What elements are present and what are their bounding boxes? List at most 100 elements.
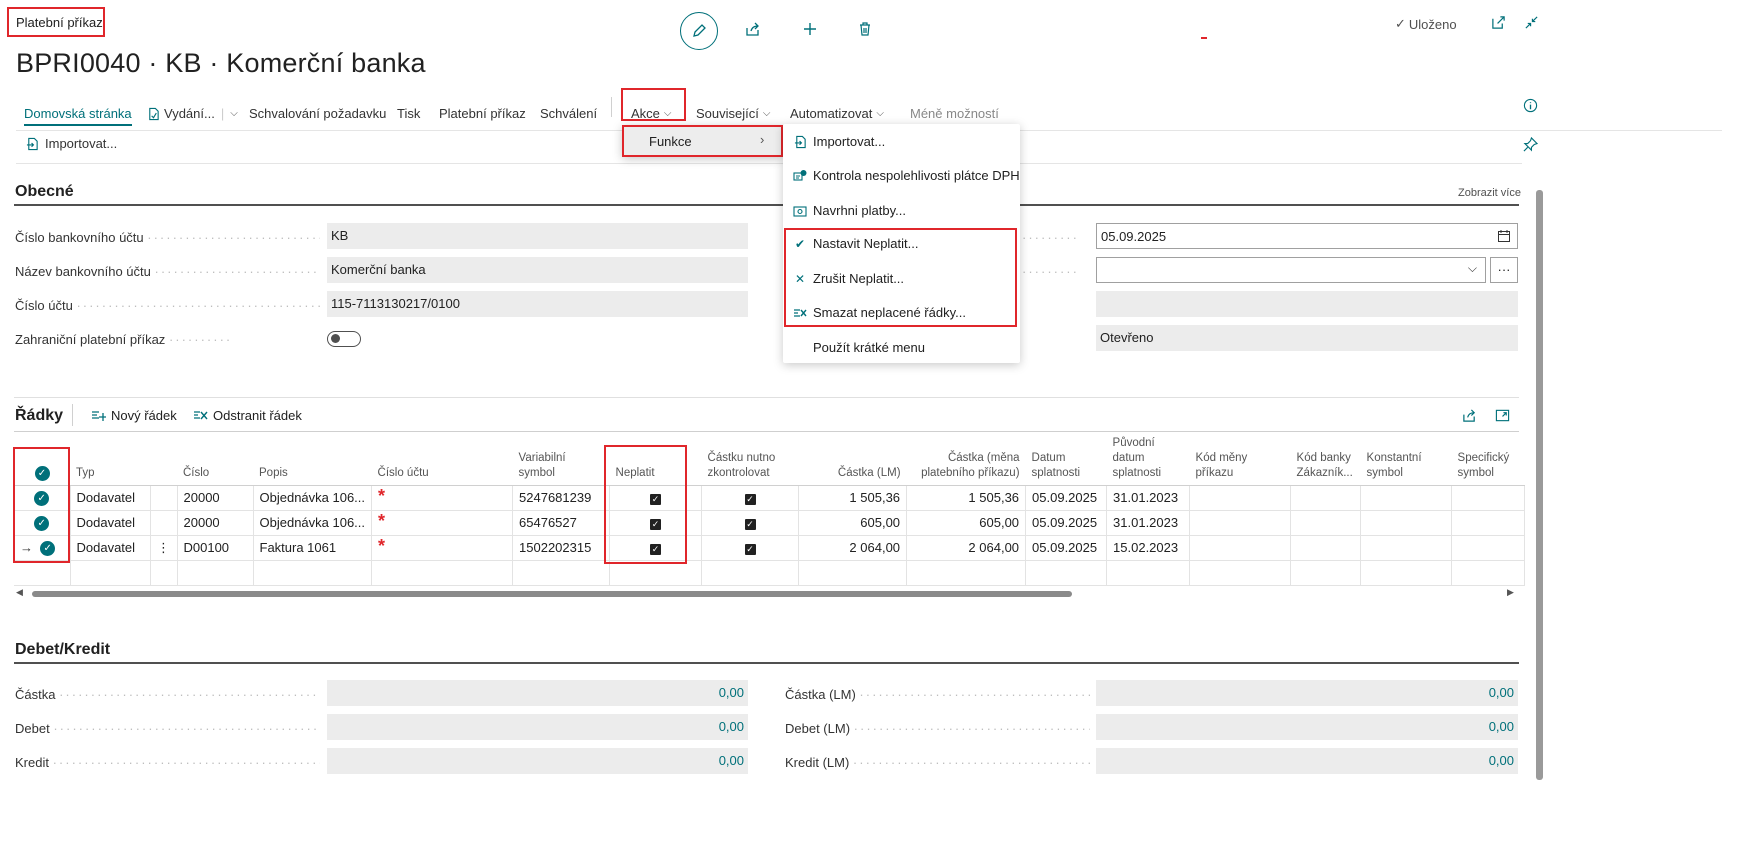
cell-menu[interactable] [149,510,178,536]
cell-account-no[interactable]: * [371,535,514,561]
cell-specific-symbol[interactable] [1451,535,1526,561]
cell-number[interactable]: 20000 [176,485,254,511]
row-select[interactable]: → ✓ [14,535,71,561]
tab-actions[interactable]: Akce ⌵ [631,106,672,121]
cell-type[interactable]: Dodavatel [69,510,151,536]
cell-due-date[interactable]: 05.09.2025 [1025,535,1108,561]
col-specific-symbol[interactable]: Specifický symbol [1451,432,1525,486]
cell-amount-lcy[interactable]: 1 505,36 [798,485,908,511]
row-select[interactable]: ✓ [14,485,71,511]
submenu-item-functions[interactable]: Funkce › [622,125,783,157]
field-amount-lcy-value[interactable]: 0,00 [1096,680,1518,706]
cell-amount-check[interactable]: ✓ [701,535,800,561]
cell-amount-lcy[interactable]: 2 064,00 [798,535,908,561]
empty-cell[interactable] [701,560,800,586]
col-type[interactable]: Typ [70,432,150,486]
cell-type[interactable]: Dodavatel [69,485,151,511]
col-original-due-date[interactable]: Původní datum splatnosti [1106,432,1190,486]
col-bank-code[interactable]: Kód banky Zákazník... [1290,432,1361,486]
empty-cell[interactable] [798,560,908,586]
cell-number[interactable]: 20000 [176,510,254,536]
cell-type[interactable]: Dodavatel [69,535,151,561]
calendar-icon[interactable] [1497,229,1511,243]
col-constant-symbol[interactable]: Konstantní symbol [1360,432,1452,486]
cell-amount-check[interactable]: ✓ [701,485,800,511]
empty-cell[interactable] [1290,560,1362,586]
field-account-no-value[interactable]: 115-7113130217/0100 [327,291,748,317]
col-variable-symbol[interactable]: Variabilní symbol [512,432,610,486]
cell-currency-code[interactable] [1189,510,1292,536]
menu-item-cancel-do-not-pay[interactable]: ✕ Zrušit Neplatit... [793,271,904,286]
field-debit-lcy-value[interactable]: 0,00 [1096,714,1518,740]
cell-amount-order-currency[interactable]: 1 505,36 [906,485,1027,511]
menu-item-short-menu[interactable]: Použít krátké menu [813,340,925,355]
table-row[interactable]: ✓ Dodavatel 20000 Objednávka 106... * 65… [14,510,1526,536]
cell-due-date[interactable]: 05.09.2025 [1025,485,1108,511]
tab-home[interactable]: Domovská stránka [24,106,132,126]
empty-cell[interactable] [69,560,151,586]
cell-bank-code[interactable] [1290,510,1362,536]
cell-original-due-date[interactable]: 15.02.2023 [1106,535,1191,561]
show-more-link[interactable]: Zobrazit více [1458,187,1521,199]
empty-field[interactable] [1096,291,1518,317]
cell-amount-lcy[interactable]: 605,00 [798,510,908,536]
cell-variable-symbol[interactable]: 65476527 [512,510,611,536]
col-due-date[interactable]: Datum splatnosti [1025,432,1107,486]
tab-fewer-options[interactable]: Méně možností [910,106,999,121]
empty-cell[interactable] [1025,560,1108,586]
cell-original-due-date[interactable]: 31.01.2023 [1106,485,1191,511]
cell-menu[interactable] [149,485,178,511]
empty-cell[interactable] [1106,560,1191,586]
cell-amount-order-currency[interactable]: 605,00 [906,510,1027,536]
cell-due-date[interactable]: 05.09.2025 [1025,510,1108,536]
cell-constant-symbol[interactable] [1360,535,1453,561]
field-credit-lcy-value[interactable]: 0,00 [1096,748,1518,774]
scroll-right-icon[interactable]: ▶ [1507,587,1514,598]
cell-amount-check[interactable]: ✓ [701,510,800,536]
info-button[interactable] [1523,98,1538,116]
cell-do-not-pay[interactable]: ✓ [609,535,703,561]
empty-cell[interactable] [371,560,514,586]
empty-cell[interactable] [1451,560,1526,586]
delete-line-button[interactable]: Odstranit řádek [193,408,302,423]
menu-item-suggest-payments[interactable]: Navrhni platby... [793,203,906,218]
date-field[interactable]: 05.09.2025 [1096,223,1518,249]
share-button[interactable] [736,12,770,46]
dropdown-field[interactable]: ⌵ [1096,257,1486,283]
field-credit-value[interactable]: 0,00 [327,748,748,774]
empty-cell[interactable] [176,560,254,586]
more-options-button[interactable]: ··· [1490,257,1518,283]
open-new-window-button[interactable] [1491,15,1506,33]
empty-cell[interactable] [1360,560,1453,586]
cell-variable-symbol[interactable]: 1502202315 [512,535,611,561]
new-button[interactable] [793,12,827,46]
menu-item-vat-check[interactable]: Kontrola nespolehlivosti plátce DPH [793,168,1020,183]
empty-cell[interactable] [906,560,1027,586]
cell-original-due-date[interactable]: 31.01.2023 [1106,510,1191,536]
scroll-left-icon[interactable]: ◀ [16,587,23,598]
col-description[interactable]: Popis [253,432,372,486]
scrollbar-thumb[interactable] [32,591,1072,597]
select-all-header[interactable]: ✓ [14,432,70,486]
col-account-no[interactable]: Číslo účtu [371,432,513,486]
tab-print[interactable]: Tisk [397,106,420,121]
table-row[interactable]: ✓ Dodavatel 20000 Objednávka 106... * 52… [14,485,1526,511]
status-field[interactable]: Otevřeno [1096,325,1518,351]
expand-lines-button[interactable] [1495,408,1510,426]
cell-bank-code[interactable] [1290,535,1362,561]
cell-do-not-pay[interactable]: ✓ [609,510,703,536]
col-amount-order-currency[interactable]: Částka (měna platebního příkazu) [906,432,1026,486]
table-row-empty[interactable] [14,560,1526,586]
empty-cell[interactable] [14,560,71,586]
col-currency-code[interactable]: Kód měny příkazu [1189,432,1291,486]
pin-button[interactable] [1523,136,1539,155]
share-lines-button[interactable] [1462,408,1477,426]
cell-currency-code[interactable] [1189,485,1292,511]
collapse-button[interactable] [1524,15,1539,33]
cell-amount-order-currency[interactable]: 2 064,00 [906,535,1027,561]
cell-account-no[interactable]: * [371,510,514,536]
cell-description[interactable]: Objednávka 106... [252,510,373,536]
col-amount-lcy[interactable]: Částka (LM) [798,432,907,486]
col-amount-check[interactable]: Částku nutno zkontrolovat [701,432,799,486]
cell-specific-symbol[interactable] [1451,510,1526,536]
